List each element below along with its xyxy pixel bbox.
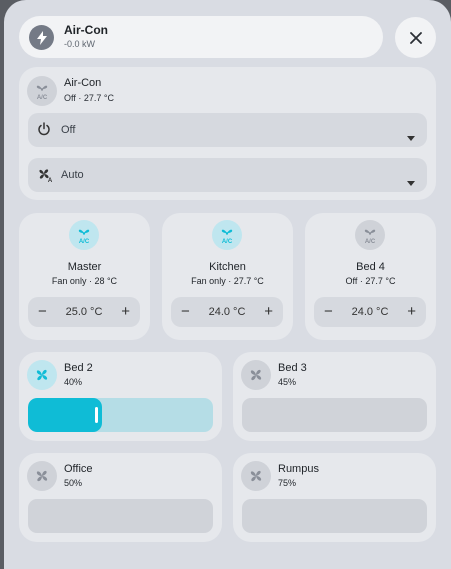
ac-fan-icon[interactable]: A/C	[355, 220, 385, 250]
fan-speed-handle[interactable]	[95, 407, 98, 423]
header-pill[interactable]: Air-Con -0.0 kW	[19, 16, 383, 58]
fan-icon[interactable]	[27, 360, 57, 390]
fan-percent: 75%	[278, 478, 297, 488]
fan-speed-slider[interactable]	[28, 398, 213, 432]
svg-text:A: A	[48, 178, 53, 183]
fan-icon[interactable]	[27, 461, 57, 491]
fan-percent: 40%	[64, 377, 83, 387]
temperature-stepper: − 24.0 °C +	[171, 297, 283, 327]
chevron-down-icon	[407, 173, 415, 191]
fan-name: Bed 3	[278, 362, 307, 374]
close-icon	[409, 31, 422, 44]
header-subtitle: -0.0 kW	[64, 39, 96, 49]
zone-card-master: A/C Master Fan only · 28 °C − 25.0 °C +	[19, 213, 150, 340]
zone-name: Master	[67, 261, 102, 273]
temperature-stepper: − 24.0 °C +	[314, 297, 426, 327]
fan-icon[interactable]	[241, 461, 271, 491]
power-icon	[37, 122, 51, 141]
fan-card-bed3: Bed 3 45%	[233, 352, 436, 441]
fan-speed-fill	[28, 398, 102, 432]
fan-speed-slider[interactable]	[28, 499, 213, 533]
svg-text:A/C: A/C	[37, 95, 48, 101]
fan-mode-select-value: Auto	[61, 169, 84, 181]
header-title: Air-Con	[64, 23, 108, 37]
svg-text:A/C: A/C	[365, 239, 376, 245]
increase-button[interactable]: +	[264, 303, 273, 320]
fan-icon[interactable]	[241, 360, 271, 390]
main-unit-name: Air-Con	[64, 77, 102, 89]
mode-select-value: Off	[61, 124, 76, 136]
zone-state: Fan only · 27.7 °C	[191, 276, 264, 286]
increase-button[interactable]: +	[407, 303, 416, 320]
zone-name: Kitchen	[209, 261, 246, 273]
increase-button[interactable]: +	[121, 303, 130, 320]
fan-speed-slider[interactable]	[242, 499, 427, 533]
fan-auto-icon: A	[37, 167, 53, 188]
zone-card-kitchen: A/C Kitchen Fan only · 27.7 °C − 24.0 °C…	[162, 213, 293, 340]
temperature-stepper: − 25.0 °C +	[28, 297, 140, 327]
fan-percent: 50%	[64, 478, 83, 488]
zone-state: Off · 27.7 °C	[345, 276, 396, 286]
fan-name: Bed 2	[64, 362, 93, 374]
ac-fan-icon[interactable]: A/C	[69, 220, 99, 250]
fan-name: Rumpus	[278, 463, 319, 475]
fan-card-office: Office 50%	[19, 453, 222, 542]
chevron-down-icon	[407, 128, 415, 146]
bolt-icon	[29, 25, 54, 50]
fan-name: Office	[64, 463, 93, 475]
main-unit-state: Off · 27.7 °C	[64, 93, 114, 103]
ac-fan-icon[interactable]: A/C	[27, 76, 57, 106]
zone-name: Bed 4	[356, 261, 385, 273]
zone-card-bed4: A/C Bed 4 Off · 27.7 °C − 24.0 °C +	[305, 213, 436, 340]
fan-mode-select[interactable]: A Auto	[28, 158, 427, 192]
mode-select[interactable]: Off	[28, 113, 427, 147]
fan-percent: 45%	[278, 377, 297, 387]
ac-fan-icon[interactable]: A/C	[212, 220, 242, 250]
zone-state: Fan only · 28 °C	[51, 276, 118, 286]
close-button[interactable]	[395, 17, 436, 58]
svg-text:A/C: A/C	[222, 239, 233, 245]
fan-card-bed2: Bed 2 40%	[19, 352, 222, 441]
fan-card-rumpus: Rumpus 75%	[233, 453, 436, 542]
fan-speed-slider[interactable]	[242, 398, 427, 432]
svg-text:A/C: A/C	[79, 239, 90, 245]
